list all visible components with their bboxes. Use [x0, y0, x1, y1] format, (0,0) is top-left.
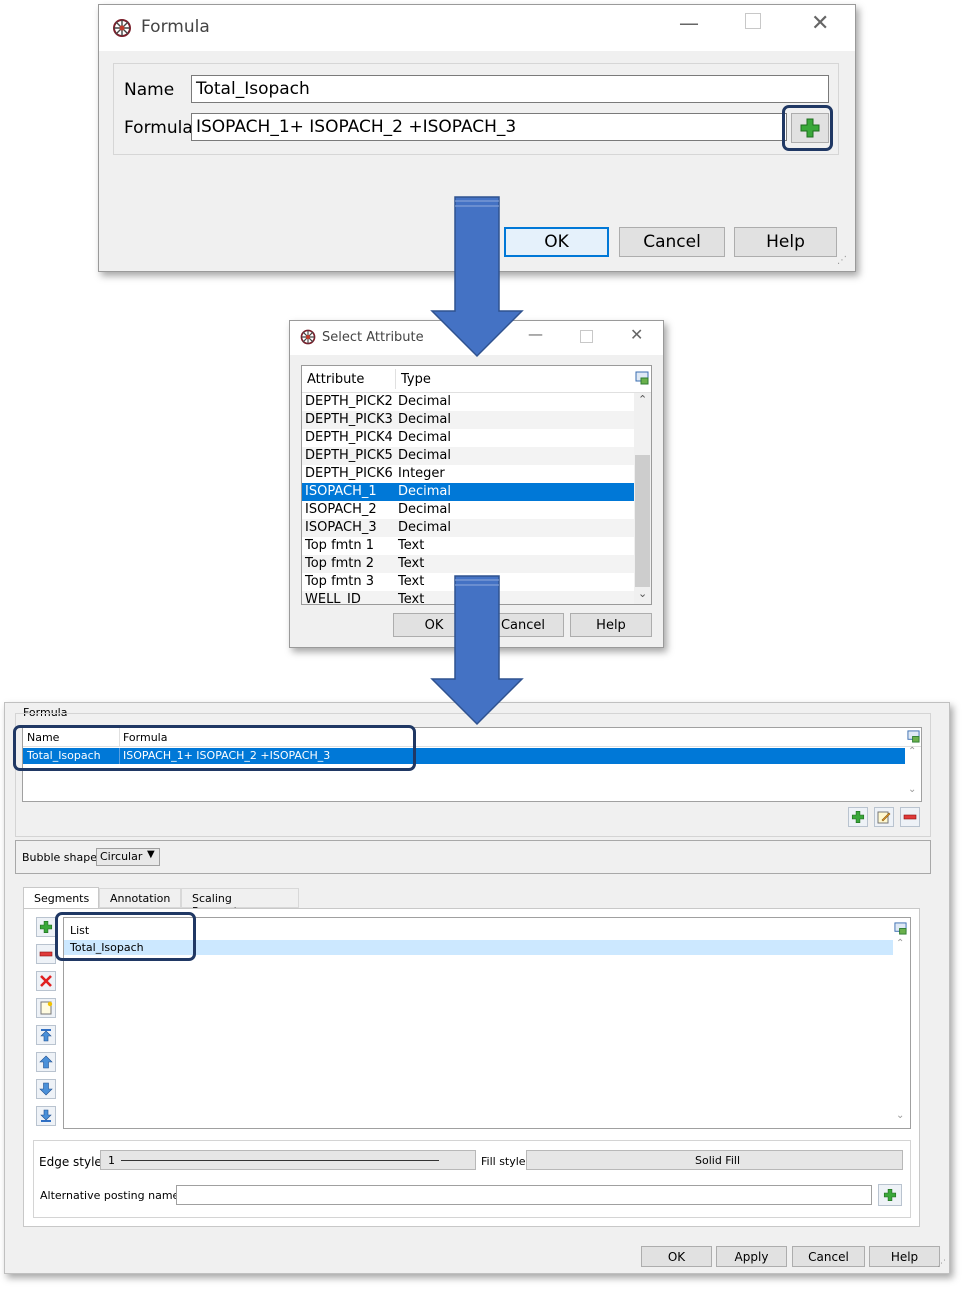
flow-arrow-2 [430, 575, 524, 726]
